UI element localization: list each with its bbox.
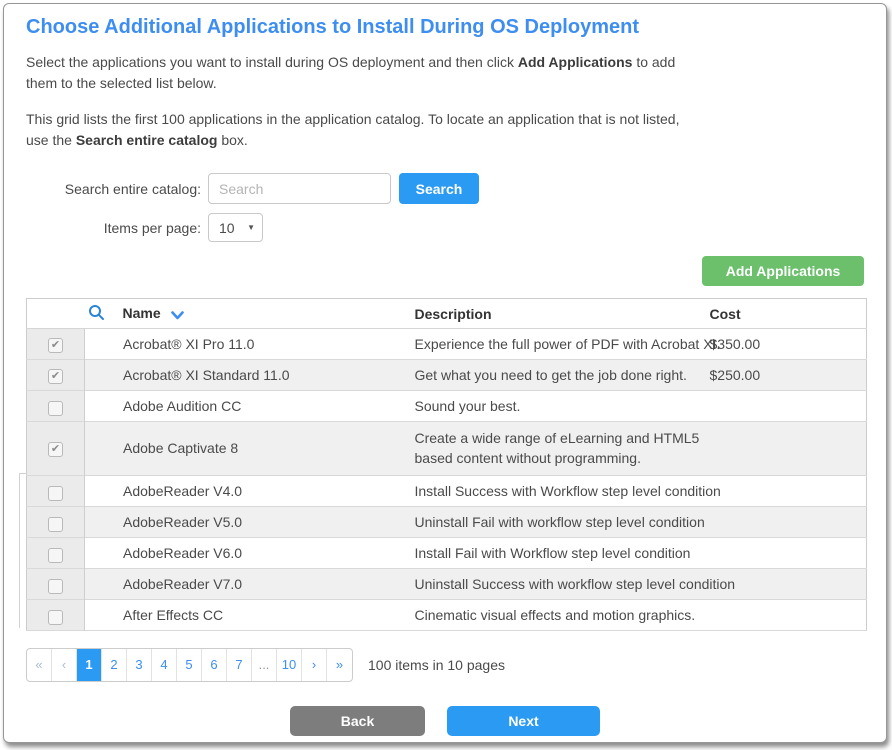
page-title: Choose Additional Applications to Instal…	[26, 16, 864, 39]
checkmark-icon: ✔	[51, 371, 60, 382]
items-per-page-value: 10	[219, 220, 235, 236]
app-description: Create a wide range of eLearning and HTM…	[415, 422, 710, 476]
row-checkbox[interactable]	[48, 610, 63, 625]
items-per-page-select[interactable]: 10 ▼	[208, 213, 263, 242]
pagination-ellipsis: ...	[252, 649, 277, 681]
pagination-page-5[interactable]: 5	[177, 649, 202, 681]
pagination-page-3[interactable]: 3	[127, 649, 152, 681]
pagination: « ‹ 1 2 3 4 5 6 7 ... 10 › »	[26, 648, 353, 682]
intro-p1-bold: Add Applications	[518, 54, 633, 70]
pagination-summary: 100 items in 10 pages	[368, 657, 505, 673]
app-cost: $250.00	[710, 360, 867, 391]
intro-paragraph-2: This grid lists the first 100 applicatio…	[26, 109, 691, 151]
description-column-header[interactable]: Description	[415, 299, 710, 329]
items-per-page-label: Items per page:	[26, 220, 201, 236]
pagination-first-button[interactable]: «	[27, 649, 52, 681]
intro-p2-bold: Search entire catalog	[76, 132, 218, 148]
pagination-page-2[interactable]: 2	[102, 649, 127, 681]
app-name: Acrobat® XI Pro 11.0	[85, 329, 415, 360]
grid-divider-line	[19, 473, 27, 474]
name-header-label: Name	[123, 305, 161, 321]
row-checkbox[interactable]	[48, 548, 63, 563]
app-description: Uninstall Success with workflow step lev…	[415, 568, 710, 599]
app-cost	[710, 537, 867, 568]
intro-p1-text: Select the applications you want to inst…	[26, 54, 518, 70]
intro-paragraph-1: Select the applications you want to inst…	[26, 52, 691, 94]
app-description: Sound your best.	[415, 391, 710, 422]
app-cost	[710, 391, 867, 422]
app-description: Uninstall Fail with workflow step level …	[415, 506, 710, 537]
table-row: AdobeReader V5.0 Uninstall Fail with wor…	[27, 506, 867, 537]
add-applications-button[interactable]: Add Applications	[702, 256, 864, 286]
app-description: Get what you need to get the job done ri…	[415, 360, 710, 391]
app-description: Experience the full power of PDF with Ac…	[415, 329, 710, 360]
app-description: Install Fail with Workflow step level co…	[415, 537, 710, 568]
table-row: ✔ Adobe Captivate 8 Create a wide range …	[27, 422, 867, 476]
pagination-page-7[interactable]: 7	[227, 649, 252, 681]
app-name: AdobeReader V7.0	[85, 568, 415, 599]
app-cost	[710, 506, 867, 537]
search-button[interactable]: Search	[399, 173, 479, 204]
name-column-header[interactable]: Name	[85, 299, 415, 329]
chevron-down-icon: ▼	[247, 223, 255, 232]
app-cost	[710, 599, 867, 630]
app-name: Acrobat® XI Standard 11.0	[85, 360, 415, 391]
app-cost	[710, 475, 867, 506]
back-button[interactable]: Back	[290, 706, 425, 736]
row-checkbox[interactable]: ✔	[48, 442, 63, 457]
checkbox-column-header	[27, 299, 85, 329]
row-checkbox[interactable]	[48, 517, 63, 532]
app-name: Adobe Audition CC	[85, 391, 415, 422]
pagination-last-button[interactable]: »	[327, 649, 352, 681]
app-cost	[710, 422, 867, 476]
pagination-page-4[interactable]: 4	[152, 649, 177, 681]
pagination-next-button[interactable]: ›	[302, 649, 327, 681]
app-cost: $350.00	[710, 329, 867, 360]
app-name: AdobeReader V4.0	[85, 475, 415, 506]
table-row: ✔ Acrobat® XI Standard 11.0 Get what you…	[27, 360, 867, 391]
grid-divider-line-vertical	[19, 473, 20, 628]
table-row: AdobeReader V6.0 Install Fail with Workf…	[27, 537, 867, 568]
checkmark-icon: ✔	[51, 444, 60, 455]
search-input[interactable]	[208, 173, 391, 204]
cost-column-header[interactable]: Cost	[710, 299, 867, 329]
app-name: AdobeReader V5.0	[85, 506, 415, 537]
app-name: AdobeReader V6.0	[85, 537, 415, 568]
pagination-page-1[interactable]: 1	[77, 649, 102, 681]
pagination-page-10[interactable]: 10	[277, 649, 302, 681]
grid-header-row: Name Description Cost	[27, 299, 867, 329]
next-button[interactable]: Next	[447, 706, 600, 736]
row-checkbox[interactable]: ✔	[48, 369, 63, 384]
app-description: Cinematic visual effects and motion grap…	[415, 599, 710, 630]
intro-p2-text-2: box.	[217, 132, 247, 148]
row-checkbox[interactable]	[48, 401, 63, 416]
table-row: After Effects CC Cinematic visual effect…	[27, 599, 867, 630]
table-row: AdobeReader V7.0 Uninstall Success with …	[27, 568, 867, 599]
table-row: AdobeReader V4.0 Install Success with Wo…	[27, 475, 867, 506]
app-description: Install Success with Workflow step level…	[415, 475, 710, 506]
table-row: ✔ Acrobat® XI Pro 11.0 Experience the fu…	[27, 329, 867, 360]
intro-text: Select the applications you want to inst…	[26, 52, 864, 151]
row-checkbox[interactable]	[48, 486, 63, 501]
pagination-prev-button[interactable]: ‹	[52, 649, 77, 681]
applications-grid: Name Description Cost ✔ Acrobat® XI Pro …	[26, 298, 864, 631]
sort-descending-icon	[171, 307, 184, 323]
search-icon[interactable]	[88, 304, 105, 324]
table-row: Adobe Audition CC Sound your best.	[27, 391, 867, 422]
checkmark-icon: ✔	[51, 340, 60, 351]
row-checkbox[interactable]	[48, 579, 63, 594]
app-name: After Effects CC	[85, 599, 415, 630]
wizard-page: Choose Additional Applications to Instal…	[3, 3, 887, 743]
search-catalog-label: Search entire catalog:	[26, 181, 201, 197]
pagination-page-6[interactable]: 6	[202, 649, 227, 681]
app-name: Adobe Captivate 8	[85, 422, 415, 476]
row-checkbox[interactable]: ✔	[48, 338, 63, 353]
